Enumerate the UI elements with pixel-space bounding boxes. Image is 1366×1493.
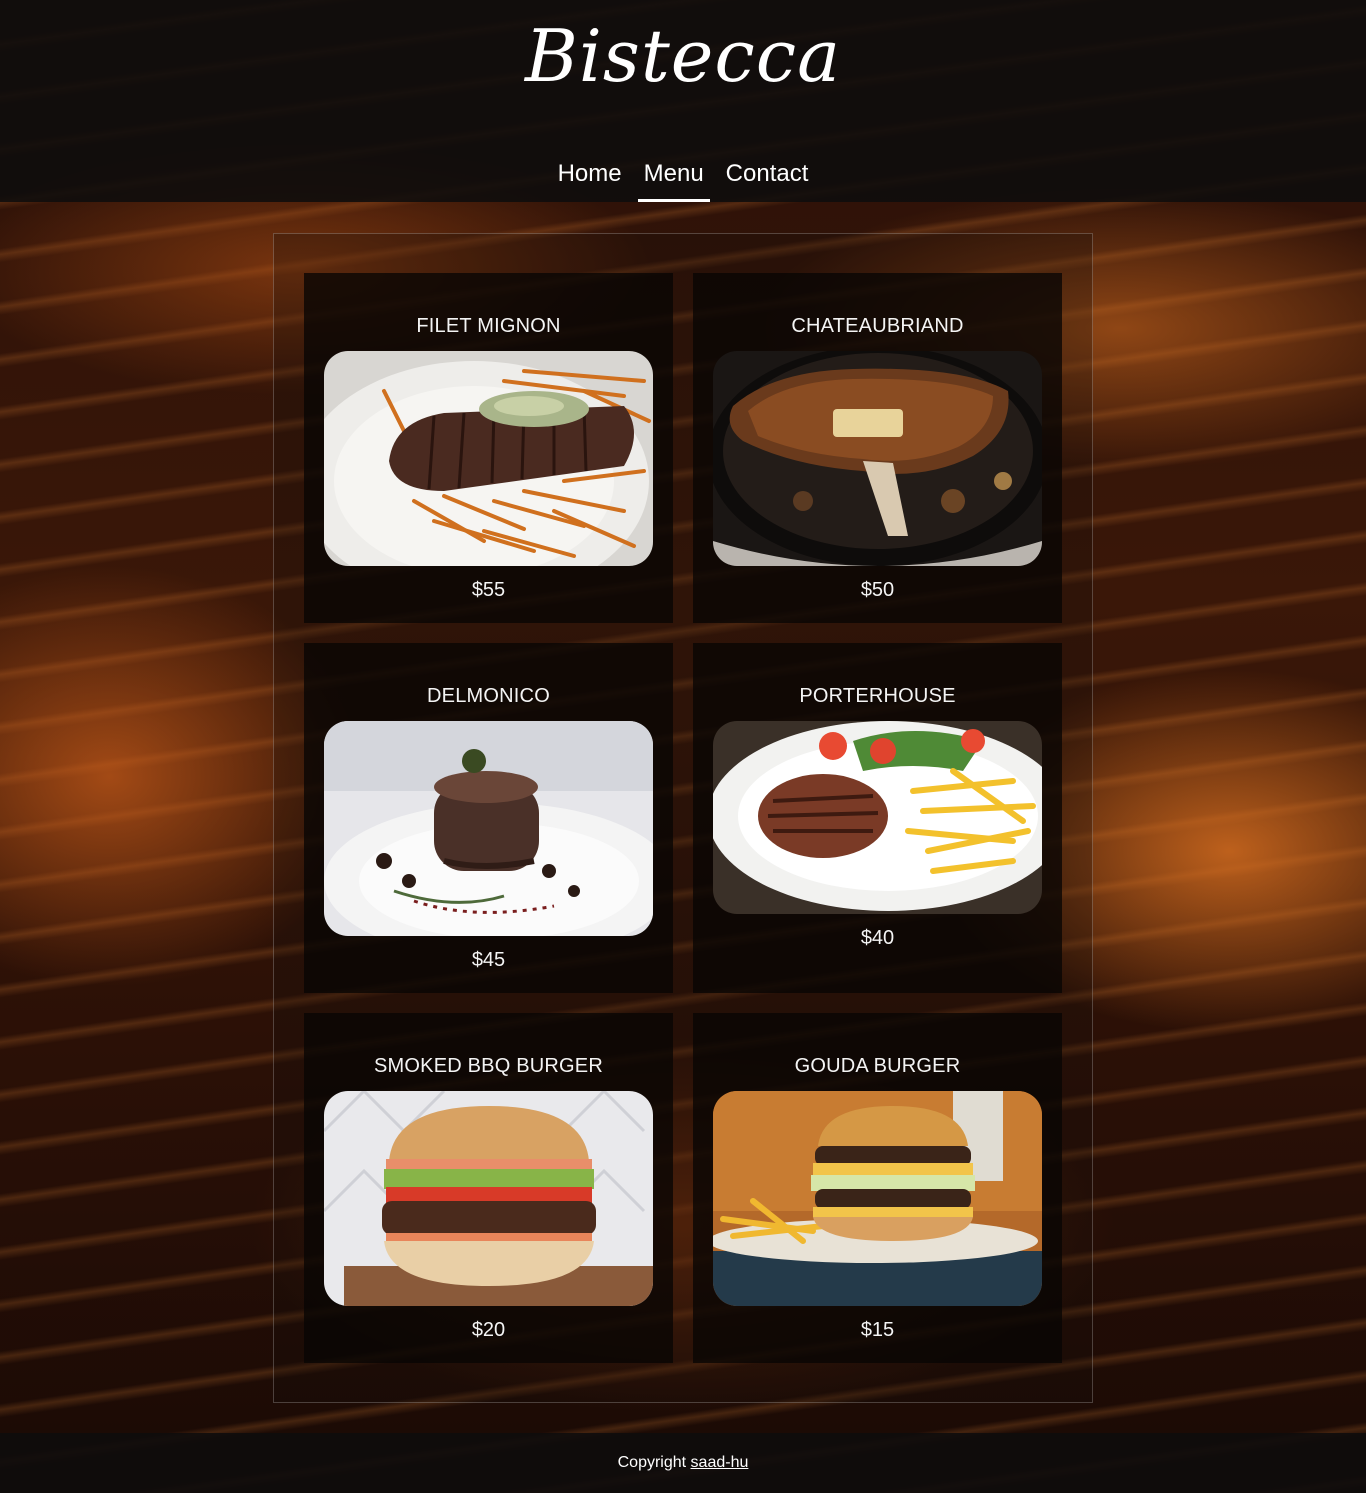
nav-contact[interactable]: Contact bbox=[720, 152, 815, 202]
menu-card-chateaubriand: CHATEAUBRIAND $50 bbox=[693, 273, 1062, 623]
menu-item-name: CHATEAUBRIAND bbox=[791, 315, 964, 337]
menu-panel: FILET MIGNON $55 CHATEAUBRIAND $50 DELMO… bbox=[273, 233, 1093, 1403]
main-nav: Home Menu Contact bbox=[0, 152, 1366, 202]
menu-item-price: $40 bbox=[860, 927, 895, 949]
steak-in-skillet-photo bbox=[713, 351, 1042, 566]
menu-item-price: $55 bbox=[471, 579, 506, 601]
menu-grid: FILET MIGNON $55 CHATEAUBRIAND $50 DELMO… bbox=[304, 273, 1062, 1363]
site-footer: Copyright saad-hu bbox=[0, 1433, 1366, 1493]
menu-card-filet-mignon: FILET MIGNON $55 bbox=[304, 273, 673, 623]
grilled-steak-with-fries-photo bbox=[713, 721, 1042, 914]
menu-item-name: DELMONICO bbox=[427, 685, 550, 707]
menu-item-price: $20 bbox=[471, 1319, 506, 1341]
menu-item-name: GOUDA BURGER bbox=[794, 1055, 961, 1077]
site-header: Bistecca Home Menu Contact bbox=[0, 0, 1366, 202]
menu-card-delmonico: DELMONICO $45 bbox=[304, 643, 673, 993]
menu-item-price: $45 bbox=[471, 949, 506, 971]
steak-with-fries-photo bbox=[324, 351, 653, 566]
menu-item-name: PORTERHOUSE bbox=[799, 685, 956, 707]
menu-item-price: $15 bbox=[860, 1319, 895, 1341]
bbq-burger-photo bbox=[324, 1091, 653, 1306]
brand-logo[interactable]: Bistecca bbox=[0, 14, 1366, 98]
nav-menu[interactable]: Menu bbox=[637, 152, 710, 202]
nav-home[interactable]: Home bbox=[552, 152, 628, 202]
menu-item-name: FILET MIGNON bbox=[416, 315, 561, 337]
menu-item-name: SMOKED BBQ BURGER bbox=[374, 1055, 603, 1077]
stacked-steak-plate-photo bbox=[324, 721, 653, 936]
author-link[interactable]: saad-hu bbox=[691, 1454, 749, 1471]
menu-card-gouda-burger: GOUDA BURGER $15 bbox=[693, 1013, 1062, 1363]
menu-item-price: $50 bbox=[860, 579, 895, 601]
copyright-text: Copyright bbox=[617, 1454, 691, 1471]
menu-card-porterhouse: PORTERHOUSE $40 bbox=[693, 643, 1062, 993]
menu-card-smoked-bbq-burger: SMOKED BBQ BURGER $20 bbox=[304, 1013, 673, 1363]
double-burger-photo bbox=[713, 1091, 1042, 1306]
